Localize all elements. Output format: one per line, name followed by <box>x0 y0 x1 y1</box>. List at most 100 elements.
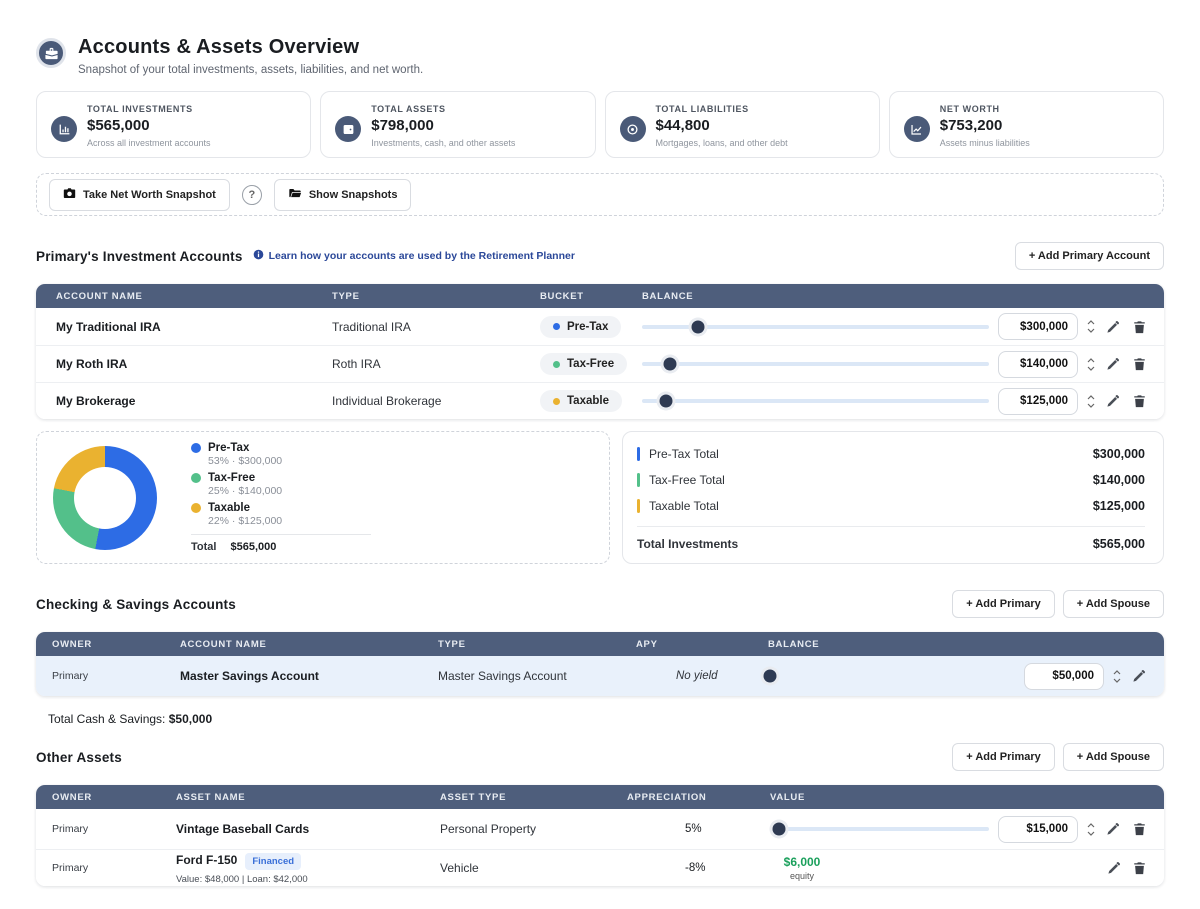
equity-value: $6,000 <box>770 855 834 869</box>
total-investments-row: Total Investments$565,000 <box>637 529 1145 559</box>
value-input[interactable] <box>998 816 1078 843</box>
bucket-pill: Tax-Free <box>540 353 627 375</box>
slider-thumb[interactable] <box>660 395 673 408</box>
pencil-icon <box>1106 320 1120 334</box>
card-caption: Investments, cash, and other assets <box>371 138 515 148</box>
asset-name: Ford F-150 <box>176 853 237 867</box>
add-spouse-button[interactable]: + Add Spouse <box>1063 743 1164 771</box>
table-row: Primary Vintage Baseball Cards Personal … <box>36 809 1164 849</box>
camera-icon <box>63 187 76 203</box>
take-snapshot-button[interactable]: Take Net Worth Snapshot <box>49 179 230 211</box>
delete-button[interactable] <box>1131 355 1148 373</box>
equity-label: equity <box>770 871 834 881</box>
appreciation-value: 5% <box>627 823 770 835</box>
col-type: TYPE <box>438 639 636 650</box>
delete-button[interactable] <box>1131 859 1148 877</box>
col-apy: APY <box>636 639 768 650</box>
summary-cards: TOTAL INVESTMENTS $565,000 Across all in… <box>36 91 1164 158</box>
value-stepper[interactable] <box>1113 670 1121 683</box>
retirement-planner-link[interactable]: Learn how your accounts are used by the … <box>253 249 575 263</box>
col-account-name: ACCOUNT NAME <box>180 639 438 650</box>
slider-thumb[interactable] <box>764 670 777 683</box>
asset-type: Personal Property <box>440 822 627 836</box>
delete-button[interactable] <box>1131 318 1148 336</box>
equity-value-block: $6,000 equity <box>770 855 834 881</box>
balance-input[interactable] <box>1024 663 1104 690</box>
show-snapshots-button[interactable]: Show Snapshots <box>274 179 412 211</box>
other-assets-table-header: OWNER ASSET NAME ASSET TYPE APPRECIATION… <box>36 785 1164 809</box>
account-name: Master Savings Account <box>180 669 438 683</box>
balance-slider[interactable] <box>642 399 989 403</box>
add-spouse-button[interactable]: + Add Spouse <box>1063 590 1164 618</box>
edit-button[interactable] <box>1104 318 1122 336</box>
legend-dot-icon <box>191 473 201 483</box>
value-stepper[interactable] <box>1087 823 1095 836</box>
owner: Primary <box>52 823 176 835</box>
total-row: Pre-Tax Total$300,000 <box>637 441 1145 467</box>
value-stepper[interactable] <box>1087 320 1095 333</box>
donut-chart <box>53 446 157 550</box>
record-circle-icon <box>620 116 646 142</box>
add-primary-account-button[interactable]: + Add Primary Account <box>1015 242 1164 270</box>
checking-table-header: OWNER ACCOUNT NAME TYPE APY BALANCE <box>36 632 1164 656</box>
stepper-down-icon <box>1087 328 1095 333</box>
help-icon[interactable]: ? <box>242 185 262 205</box>
financed-badge: Financed <box>245 853 301 870</box>
slider-thumb[interactable] <box>691 320 704 333</box>
delete-button[interactable] <box>1131 820 1148 838</box>
card-net-worth: NET WORTH $753,200 Assets minus liabilit… <box>889 91 1164 158</box>
asset-type: Vehicle <box>440 861 627 875</box>
col-asset-type: ASSET TYPE <box>440 792 627 803</box>
color-tick-icon <box>637 499 640 513</box>
balance-slider[interactable] <box>642 325 989 329</box>
card-caption: Across all investment accounts <box>87 138 211 148</box>
investments-section-header: Primary's Investment Accounts Learn how … <box>36 240 1164 272</box>
investments-table: ACCOUNT NAME TYPE BUCKET BALANCE My Trad… <box>36 284 1164 419</box>
delete-button[interactable] <box>1131 392 1148 410</box>
investments-table-header: ACCOUNT NAME TYPE BUCKET BALANCE <box>36 284 1164 308</box>
legend-total: Total$565,000 <box>191 541 371 553</box>
edit-button[interactable] <box>1104 820 1122 838</box>
legend-item: Tax-Free <box>191 472 371 484</box>
total-cash-label: Total Cash & Savings: <box>48 712 165 726</box>
account-type: Master Savings Account <box>438 669 636 683</box>
card-total-liabilities: TOTAL LIABILITIES $44,800 Mortgages, loa… <box>605 91 880 158</box>
table-row: My Traditional IRA Traditional IRA Pre-T… <box>36 308 1164 345</box>
trash-icon <box>1133 394 1146 408</box>
value-stepper[interactable] <box>1087 395 1095 408</box>
slider-thumb[interactable] <box>663 358 676 371</box>
value-stepper[interactable] <box>1087 358 1095 371</box>
account-type: Roth IRA <box>332 357 540 371</box>
col-value: VALUE <box>770 792 1148 803</box>
col-balance: BALANCE <box>768 639 1148 650</box>
page-subtitle: Snapshot of your total investments, asse… <box>78 64 423 76</box>
balance-input[interactable] <box>998 388 1078 415</box>
checking-title: Checking & Savings Accounts <box>36 597 236 612</box>
other-assets-title: Other Assets <box>36 750 122 765</box>
card-label: TOTAL ASSETS <box>371 104 515 114</box>
balance-input[interactable] <box>998 351 1078 378</box>
card-total-investments: TOTAL INVESTMENTS $565,000 Across all in… <box>36 91 311 158</box>
add-primary-button[interactable]: + Add Primary <box>952 590 1054 618</box>
add-primary-button[interactable]: + Add Primary <box>952 743 1054 771</box>
balance-input[interactable] <box>998 313 1078 340</box>
edit-button[interactable] <box>1104 392 1122 410</box>
stepper-down-icon <box>1087 831 1095 836</box>
appreciation-value: -8% <box>627 862 770 874</box>
slider-thumb[interactable] <box>772 823 785 836</box>
account-type: Traditional IRA <box>332 320 540 334</box>
color-tick-icon <box>637 473 640 487</box>
col-appreciation: APPRECIATION <box>627 792 770 803</box>
balance-slider[interactable] <box>642 362 989 366</box>
legend-detail: 22% · $125,000 <box>208 515 371 527</box>
balance-slider[interactable] <box>768 674 1015 678</box>
edit-button[interactable] <box>1130 667 1148 685</box>
allocation-row: Pre-Tax 53% · $300,000 Tax-Free 25% · $1… <box>36 431 1164 564</box>
pencil-icon <box>1106 394 1120 408</box>
asset-subtext: Value: $48,000 | Loan: $42,000 <box>176 874 440 885</box>
edit-button[interactable] <box>1104 355 1122 373</box>
page-header: Accounts & Assets Overview Snapshot of y… <box>36 36 1164 88</box>
value-slider[interactable] <box>770 827 989 831</box>
edit-button[interactable] <box>1105 859 1123 877</box>
legend-item: Taxable <box>191 502 371 514</box>
